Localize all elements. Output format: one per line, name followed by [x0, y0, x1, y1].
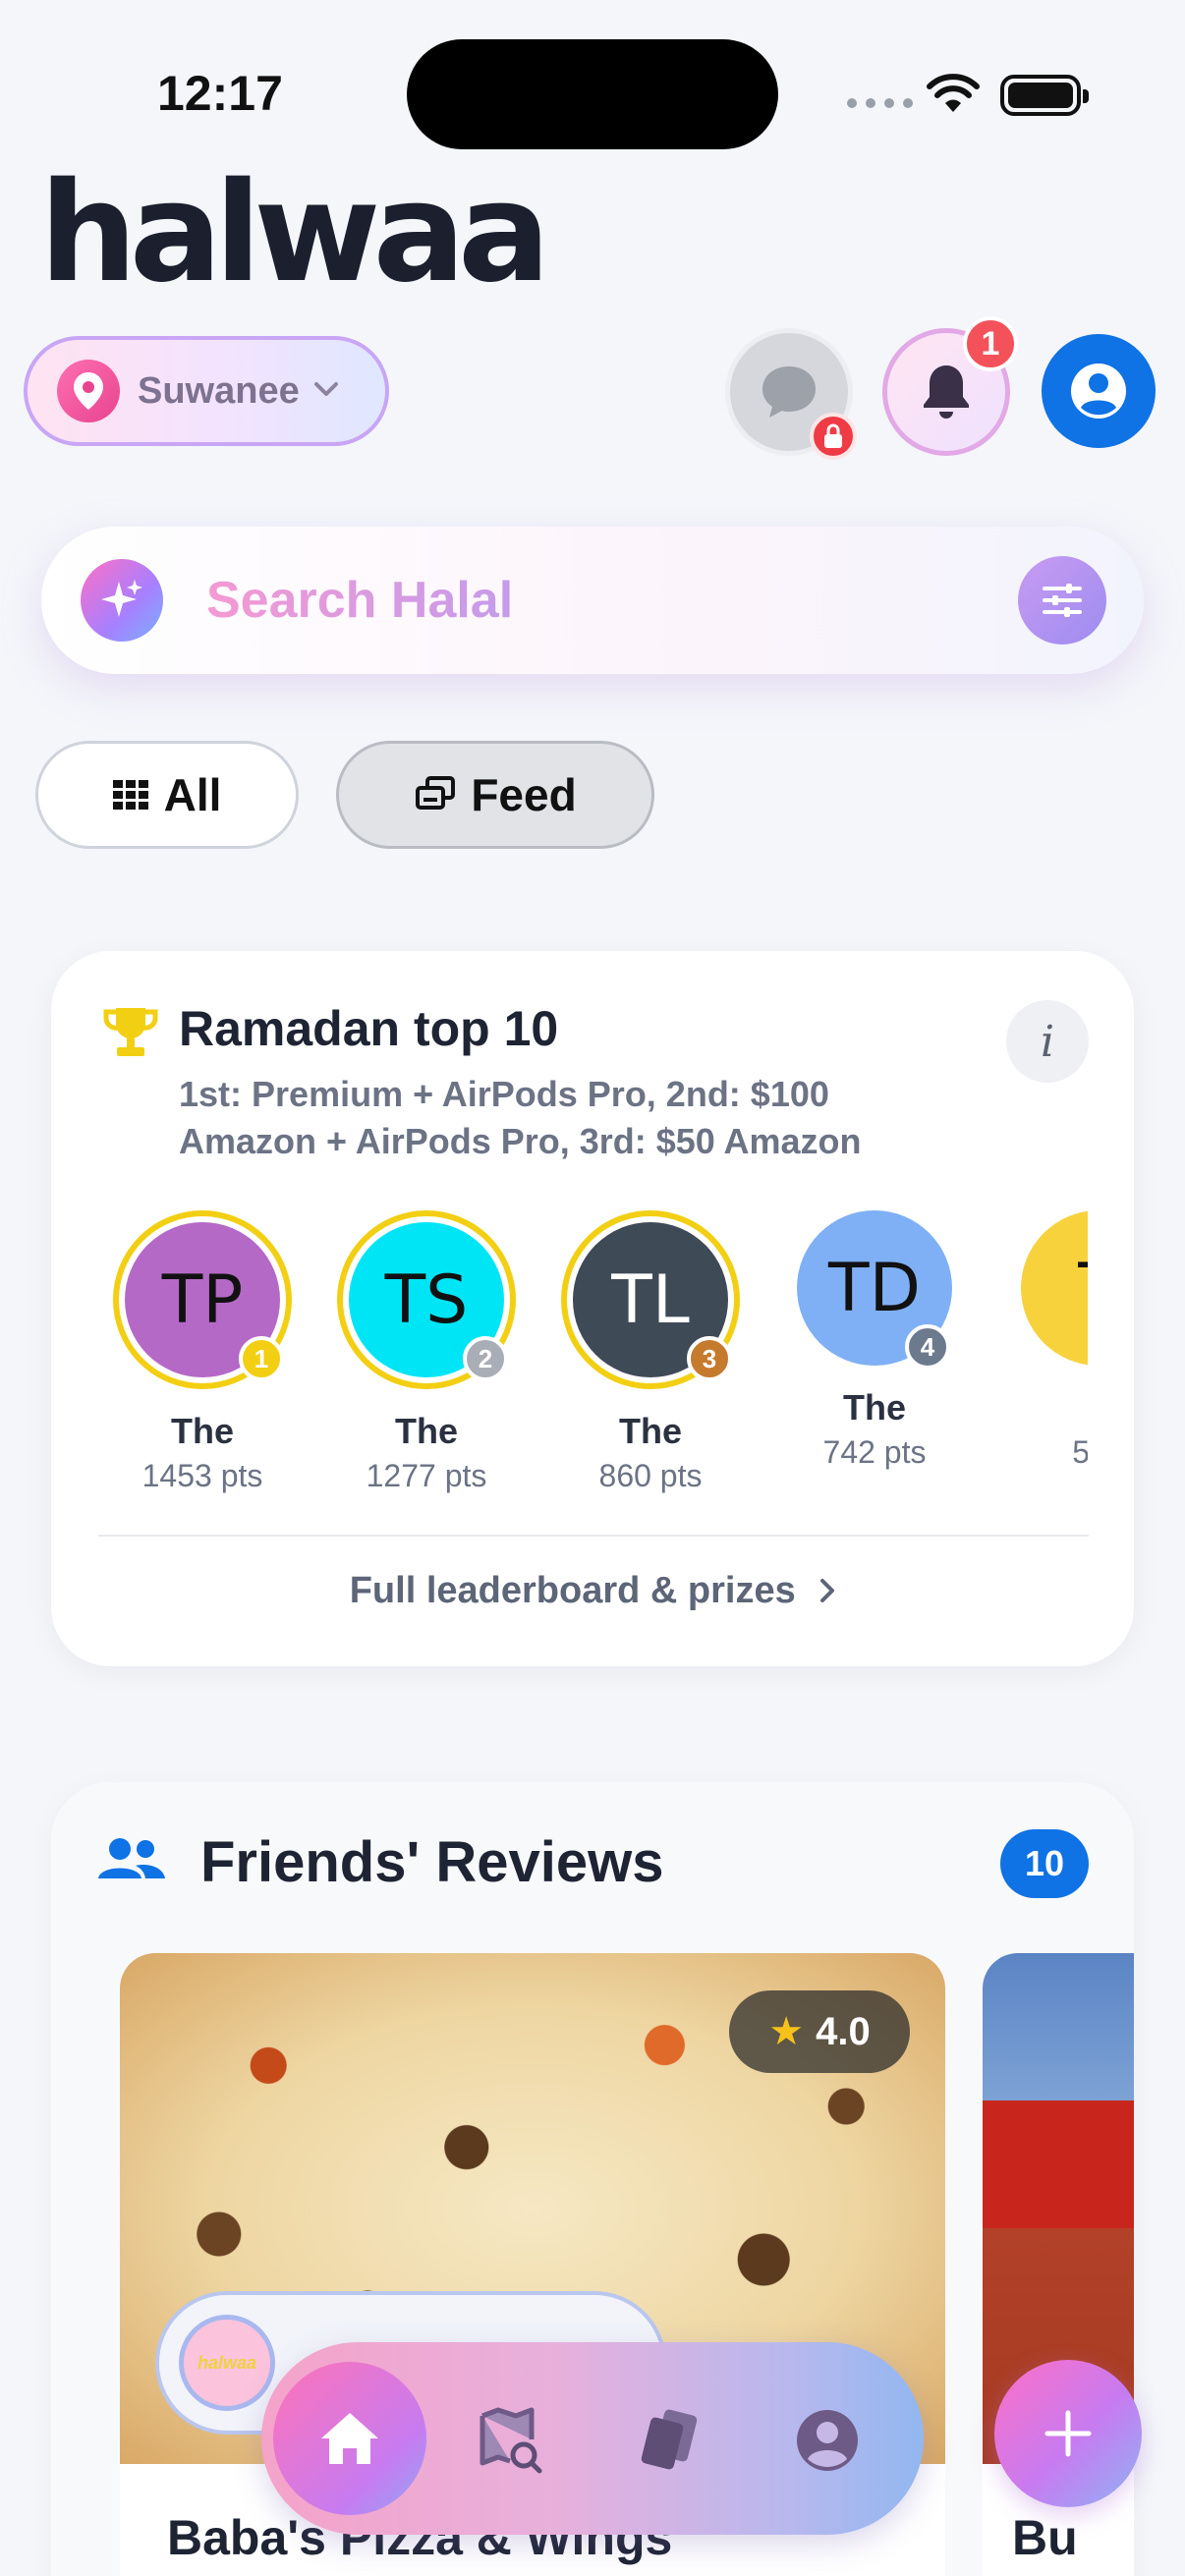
nav-home-button[interactable]	[273, 2362, 426, 2515]
notification-count-badge: 1	[963, 316, 1018, 371]
plus-icon	[1044, 2410, 1092, 2457]
home-icon	[321, 2413, 378, 2464]
bell-icon	[924, 365, 969, 419]
leaderboard-entry[interactable]: TL 3 The 860 pts	[552, 1210, 749, 1494]
restaurant-name: Bu	[1012, 2510, 1078, 2565]
rating-badge: ★ 4.0	[729, 1990, 910, 2073]
leaderboard-entry[interactable]: TP 1 The 1453 pts	[104, 1210, 301, 1494]
lock-icon	[810, 413, 857, 460]
grid-icon	[112, 780, 148, 810]
rank-points: 1277 pts	[366, 1458, 487, 1493]
map-search-icon	[480, 2407, 542, 2474]
rank-name: The	[618, 1411, 682, 1451]
avatar-ring: TS 2	[337, 1210, 516, 1389]
avatar: T	[1021, 1210, 1088, 1366]
location-pin-icon	[57, 360, 120, 422]
leaderboard-entry[interactable]: T T 550	[1000, 1210, 1088, 1471]
chat-bubble-icon	[762, 366, 816, 418]
rank-points: 1453 pts	[141, 1458, 263, 1493]
nav-cards-button[interactable]	[631, 2401, 709, 2480]
nav-profile-button[interactable]	[788, 2401, 867, 2480]
app-logo: halwaa	[39, 153, 550, 313]
wifi-icon	[926, 73, 981, 119]
avatar-wrap: T	[1009, 1210, 1088, 1366]
rank-points: 550	[1072, 1434, 1088, 1470]
cards-icon	[641, 2409, 698, 2470]
rank-badge: 2	[463, 1336, 508, 1381]
battery-icon	[1000, 75, 1089, 116]
divider	[98, 1535, 1089, 1537]
full-leaderboard-link[interactable]: Full leaderboard & prizes	[51, 1570, 1134, 1613]
signal-icon	[847, 98, 913, 108]
location-city: Suwanee	[138, 369, 300, 412]
rank-badge: 4	[905, 1324, 950, 1370]
info-button[interactable]: i	[1006, 1000, 1089, 1083]
user-icon	[797, 2410, 858, 2471]
status-time: 12:17	[157, 66, 283, 121]
leaderboard-entry[interactable]: TS 2 The 1277 pts	[328, 1210, 525, 1494]
leaderboard-title: Ramadan top 10	[179, 1001, 559, 1056]
rank-points: 860 pts	[598, 1458, 703, 1493]
bottom-nav	[261, 2342, 924, 2535]
user-avatar-icon	[1071, 364, 1126, 419]
dynamic-island	[407, 39, 778, 149]
add-button[interactable]	[994, 2360, 1142, 2507]
sliders-icon	[1043, 584, 1082, 617]
trophy-icon	[102, 1004, 159, 1066]
rank-name: The	[394, 1411, 458, 1451]
avatar-ring: TL 3	[561, 1210, 740, 1389]
rank-name: The	[842, 1387, 906, 1428]
tab-all[interactable]: All	[35, 741, 299, 849]
star-icon: ★	[768, 2010, 805, 2053]
location-selector[interactable]: Suwanee	[24, 336, 389, 446]
avatar-ring: TP 1	[113, 1210, 292, 1389]
chevron-right-icon	[819, 1571, 835, 1613]
leaderboard-prizes: 1st: Premium + AirPods Pro, 2nd: $100 Am…	[179, 1074, 862, 1161]
leaderboard-card: Ramadan top 10 1st: Premium + AirPods Pr…	[51, 951, 1134, 1666]
rank-name: The	[170, 1411, 234, 1451]
leaderboard-ranks: TP 1 The 1453 pts TS 2 The 1277 pts TL 3…	[51, 1210, 1088, 1505]
filter-button[interactable]	[1018, 556, 1106, 644]
avatar-wrap: TD 4	[785, 1210, 964, 1370]
rank-points: 742 pts	[822, 1434, 927, 1470]
section-title: Friends' Reviews	[200, 1830, 664, 1894]
leaderboard-entry[interactable]: TD 4 The 742 pts	[776, 1210, 973, 1471]
tab-feed-label: Feed	[471, 769, 577, 820]
search-bar[interactable]: Search Halal	[41, 527, 1144, 674]
profile-button[interactable]	[1042, 334, 1156, 448]
reviewer-avatar: halwaa	[179, 2315, 275, 2411]
rank-badge: 3	[687, 1336, 732, 1381]
chevron-down-icon	[313, 381, 339, 402]
sparkle-icon	[81, 559, 163, 642]
tab-feed[interactable]: Feed	[336, 741, 654, 849]
rank-badge: 1	[239, 1336, 284, 1381]
search-placeholder[interactable]: Search Halal	[206, 571, 1018, 630]
people-icon	[96, 1835, 167, 1889]
count-badge: 10	[1000, 1829, 1089, 1898]
nav-map-button[interactable]	[472, 2401, 550, 2480]
feed-icon	[414, 776, 456, 813]
tab-all-label: All	[163, 769, 222, 820]
